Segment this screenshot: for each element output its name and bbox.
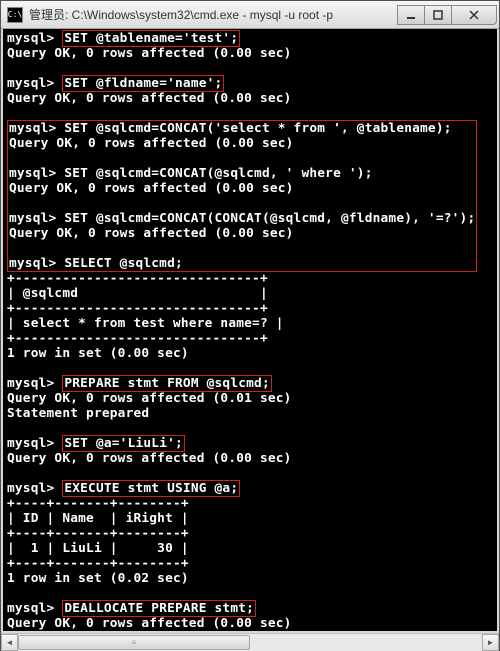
titlebar[interactable]: C:\ 管理员: C:\Windows\system32\cmd.exe - m…	[1, 1, 499, 29]
maximize-button[interactable]	[424, 5, 452, 25]
scroll-right-button[interactable]: ►	[482, 634, 499, 651]
scroll-left-button[interactable]: ◄	[1, 634, 18, 651]
cmd-window: C:\ 管理员: C:\Windows\system32\cmd.exe - m…	[0, 0, 500, 651]
minimize-button[interactable]	[397, 5, 425, 25]
terminal-output[interactable]: mysql> SET @tablename='test';Query OK, 0…	[1, 29, 499, 633]
cmd-icon: C:\	[7, 7, 23, 23]
close-button[interactable]	[451, 5, 497, 25]
window-title: 管理员: C:\Windows\system32\cmd.exe - mysql…	[29, 6, 398, 23]
scroll-track[interactable]: ≡	[18, 634, 482, 651]
scroll-thumb[interactable]: ≡	[18, 635, 250, 650]
window-controls	[398, 5, 497, 25]
horizontal-scrollbar[interactable]: ◄ ≡ ►	[1, 633, 499, 650]
